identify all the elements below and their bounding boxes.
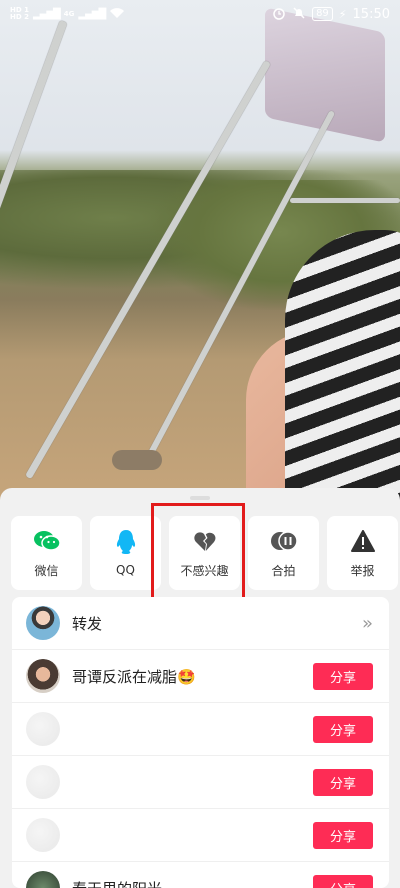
charging-icon: ⚡ bbox=[338, 7, 347, 21]
report-button[interactable]: 举报 bbox=[327, 516, 398, 590]
chevron-right-icon: » bbox=[361, 612, 373, 634]
avatar bbox=[26, 765, 60, 799]
avatar bbox=[26, 818, 60, 852]
contact-name: 哥谭反派在减脂🤩 bbox=[72, 667, 196, 686]
list-item: 分享 bbox=[12, 809, 389, 862]
list-item: 春天里的阳光 分享 bbox=[12, 862, 389, 888]
wechat-icon bbox=[33, 528, 61, 554]
broken-heart-icon bbox=[191, 528, 219, 554]
share-qq-button[interactable]: QQ bbox=[90, 516, 161, 590]
avatar bbox=[26, 606, 60, 640]
wifi-icon bbox=[109, 7, 125, 22]
avatar bbox=[26, 871, 60, 888]
alarm-icon bbox=[272, 6, 286, 23]
qq-icon bbox=[112, 529, 140, 555]
signal-icon: ▂▄▆█ bbox=[78, 8, 106, 20]
clock: 15:50 bbox=[352, 6, 390, 22]
share-button[interactable]: 分享 bbox=[313, 874, 373, 888]
share-wechat-button[interactable]: 微信 bbox=[11, 516, 82, 590]
share-button[interactable]: 分享 bbox=[313, 821, 373, 849]
umbrella-rib bbox=[290, 198, 400, 203]
duet-icon bbox=[270, 528, 298, 554]
striped-shirt bbox=[285, 230, 400, 500]
not-interested-button[interactable]: 不感兴趣 bbox=[169, 516, 240, 590]
duet-button[interactable]: 合拍 bbox=[248, 516, 319, 590]
status-bar: HD 1 HD 2 ▂▄▆█ 4G ▂▄▆█ 89 ⚡ 15:50 bbox=[0, 0, 400, 28]
mute-icon bbox=[292, 6, 306, 23]
sheet-handle[interactable] bbox=[190, 496, 210, 500]
list-item: 分享 bbox=[12, 703, 389, 756]
share-contact-list: 转发 » 哥谭反派在减脂🤩 分享 分享 分享 分享 春天里的阳光 分享 bbox=[12, 597, 389, 888]
avatar bbox=[26, 659, 60, 693]
signal-icon: ▂▄▆█ bbox=[32, 8, 61, 20]
share-button[interactable]: 分享 bbox=[313, 662, 373, 690]
rock bbox=[112, 450, 162, 470]
share-button[interactable]: 分享 bbox=[313, 768, 373, 796]
share-actions-row: 微信 QQ 不感兴趣 合拍 举报 bbox=[11, 516, 400, 590]
share-button[interactable]: 分享 bbox=[313, 715, 373, 743]
battery-indicator: 89 bbox=[312, 7, 333, 21]
warning-icon bbox=[349, 528, 377, 554]
list-item: 分享 bbox=[12, 756, 389, 809]
repost-label: 转发 bbox=[72, 614, 103, 633]
repost-row[interactable]: 转发 » bbox=[12, 597, 389, 650]
network-type: 4G bbox=[63, 9, 75, 18]
list-item: 哥谭反派在减脂🤩 分享 bbox=[12, 650, 389, 703]
hd-indicator: HD 1 HD 2 bbox=[10, 6, 29, 21]
video-preview[interactable] bbox=[0, 0, 400, 500]
contact-name: 春天里的阳光 bbox=[72, 878, 313, 888]
avatar bbox=[26, 712, 60, 746]
